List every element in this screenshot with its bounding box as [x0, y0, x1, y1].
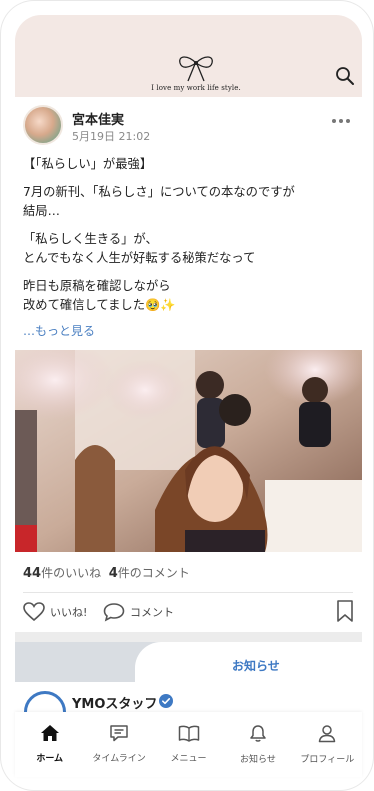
post-body: 【「私らしい」が最強】 7月の新刊、「私らしさ」についての本なのですが 結局… 「… — [23, 155, 353, 324]
staff-name: YMOスタッフ — [72, 697, 158, 712]
post-line: 結局… — [23, 204, 60, 218]
nav-home[interactable]: ホーム — [15, 712, 84, 777]
divider — [23, 592, 353, 593]
tab-notice-label: お知らせ — [232, 659, 280, 673]
post-paragraph: 【「私らしい」が最強】 — [23, 155, 353, 174]
like-label: いいね! — [50, 606, 88, 619]
bell-icon — [250, 725, 266, 742]
likes-count: 44 — [23, 566, 42, 581]
post-line: 改めて確信してました🥹✨ — [23, 298, 176, 312]
comments-count: 4 — [108, 566, 118, 581]
timeline-icon — [110, 725, 128, 742]
app-screen: I love my work life style. 宮本佳実 5月19日 21… — [0, 0, 374, 791]
post-date: 5月19日 21:02 — [72, 130, 151, 143]
nav-profile[interactable]: プロフィール — [293, 712, 362, 777]
bottom-navigation: ホーム タイムライン メニュー お知らせ プロフィール — [15, 712, 362, 777]
comment-icon — [103, 603, 125, 622]
notice-tabs: お知らせ — [15, 642, 362, 682]
search-icon[interactable] — [335, 66, 355, 86]
nav-notice[interactable]: お知らせ — [223, 712, 292, 777]
post-paragraph: 昨日も原稿を確認しながら 改めて確信してました🥹✨ — [23, 277, 353, 315]
post-line: 【「私らしい」が最強】 — [23, 157, 153, 171]
bookmark-icon[interactable] — [336, 600, 358, 624]
nav-home-label: ホーム — [36, 754, 64, 764]
likes-suffix: 件のいいね — [41, 566, 102, 580]
engagement-counts: 44件のいいね 4件のコメント — [23, 564, 190, 581]
avatar[interactable] — [23, 105, 63, 145]
app-header: I love my work life style. — [15, 15, 362, 97]
nav-profile-label: プロフィール — [300, 755, 355, 765]
user-icon — [319, 725, 336, 743]
post-actions: いいね! コメント — [23, 600, 358, 626]
nav-timeline[interactable]: タイムライン — [84, 712, 153, 777]
like-button[interactable]: いいね! — [23, 600, 87, 624]
nav-timeline-label: タイムライン — [92, 754, 146, 764]
post-header: 宮本佳実 5月19日 21:02 — [23, 105, 358, 147]
brand-tagline: I love my work life style. — [151, 84, 241, 92]
brand-logo[interactable]: I love my work life style. — [148, 53, 244, 97]
post-paragraph: 7月の新刊、「私らしさ」についての本なのですが 結局… — [23, 183, 353, 221]
nav-notice-label: お知らせ — [240, 755, 276, 765]
book-icon — [178, 725, 199, 742]
heart-icon — [23, 602, 45, 622]
comments-suffix: 件のコメント — [117, 566, 190, 580]
post-line: 昨日も原稿を確認しながら — [23, 279, 171, 293]
verified-icon — [159, 694, 173, 708]
comment-button[interactable]: コメント — [103, 600, 174, 624]
nav-menu[interactable]: メニュー — [154, 712, 223, 777]
see-more-link[interactable]: …もっと見る — [23, 322, 95, 339]
post-line: 7月の新刊、「私らしさ」についての本なのですが — [23, 185, 295, 199]
ribbon-bow-icon — [179, 56, 213, 82]
post-photo[interactable] — [15, 350, 362, 552]
notice-preview[interactable]: YMOスタッフ — [15, 682, 362, 733]
home-icon — [40, 725, 59, 741]
post-paragraph: 「私らしく生きる」が、とんでもなく人生が好転する秘策だなって — [23, 230, 353, 268]
post-line: とんでもなく人生が好転する秘策だなって — [23, 251, 256, 265]
comment-label: コメント — [130, 606, 174, 619]
nav-menu-label: メニュー — [170, 754, 207, 764]
more-options-icon[interactable] — [332, 115, 356, 127]
section-separator — [15, 632, 362, 642]
post-line: 「私らしく生きる」が、 — [23, 232, 158, 246]
post-author[interactable]: 宮本佳実 — [72, 109, 124, 128]
tab-notice[interactable]: お知らせ — [135, 642, 362, 682]
